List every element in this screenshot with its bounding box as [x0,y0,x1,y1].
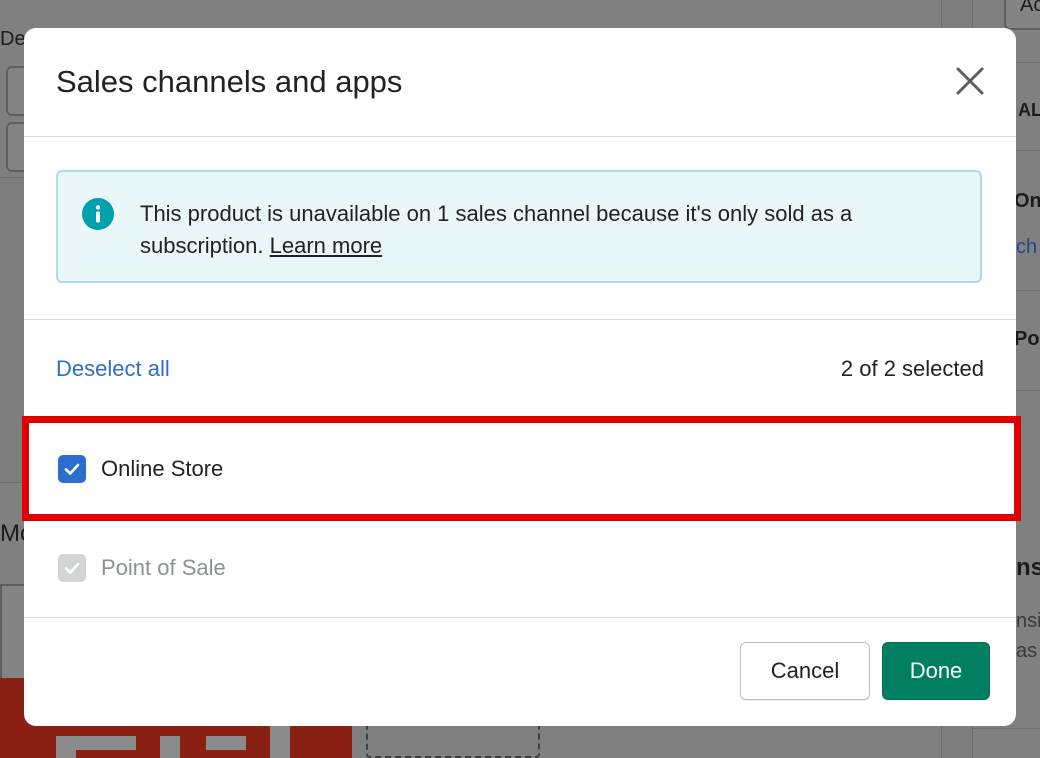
background-label: Ac [1020,0,1040,16]
modal-footer: Cancel Done [24,618,1016,726]
channel-list-header: Deselect all 2 of 2 selected [24,320,1016,416]
info-banner: This product is unavailable on 1 sales c… [56,170,982,283]
background-label: Onl [1014,190,1040,212]
background-heading: ns [1016,554,1040,581]
close-button[interactable] [950,61,990,101]
checkmark-icon [64,562,80,574]
channel-label: Online Store [101,456,224,481]
checkmark-icon [64,463,80,475]
background-label: as [1016,640,1038,662]
background-label: De [0,28,26,50]
online-store-checkbox[interactable] [58,455,86,483]
banner-section: This product is unavailable on 1 sales c… [24,137,1016,320]
point-of-sale-checkbox [58,554,86,582]
modal-title: Sales channels and apps [56,64,403,99]
modal-header: Sales channels and apps [24,28,1016,137]
background-link: ch [1016,236,1038,258]
background-label: AL [1018,100,1040,120]
close-icon [956,67,984,95]
channel-label: Point of Sale [101,555,226,580]
info-icon [82,198,114,230]
background-label: nsi [1016,610,1040,632]
banner-message: This product is unavailable on 1 sales c… [140,198,940,262]
deselect-all-button[interactable]: Deselect all [56,356,170,382]
done-button[interactable]: Done [882,642,990,700]
background-label: Poi [1014,328,1040,350]
learn-more-link[interactable]: Learn more [270,233,383,258]
channel-row-online-store[interactable]: Online Store [24,421,1016,519]
channel-row-point-of-sale: Point of Sale [24,520,1016,618]
cancel-button[interactable]: Cancel [740,642,870,700]
sales-channels-modal: Sales channels and apps This product is … [24,28,1016,726]
selected-count: 2 of 2 selected [840,356,984,381]
banner-text: This product is unavailable on 1 sales c… [140,201,853,258]
